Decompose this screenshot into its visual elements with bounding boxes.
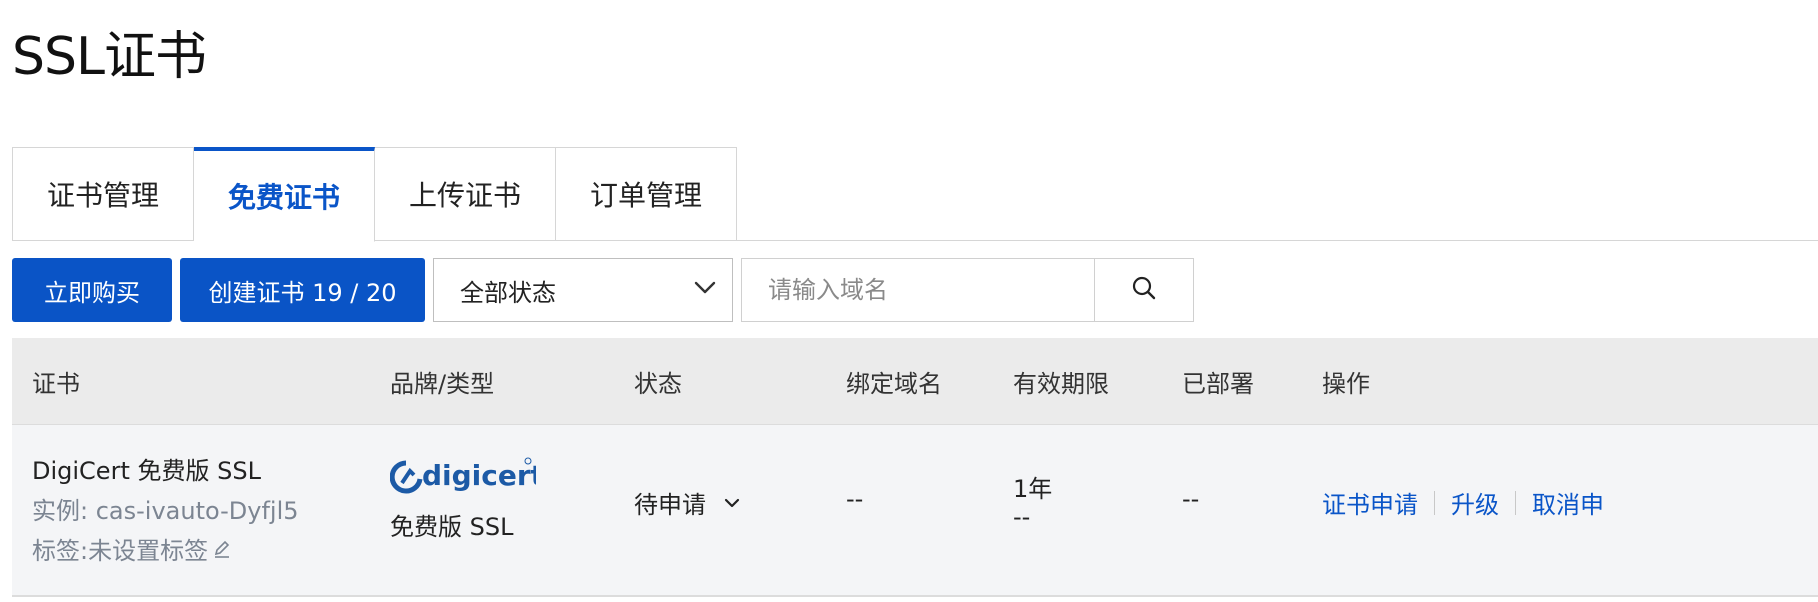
digicert-logo-text: digicert bbox=[422, 459, 536, 492]
cancel-apply-link[interactable]: 取消申 bbox=[1532, 485, 1604, 520]
digicert-logo: digicert bbox=[389, 455, 544, 505]
domain-search-input[interactable] bbox=[742, 259, 1094, 321]
page-title: SSL证书 bbox=[12, 27, 207, 87]
search-icon bbox=[1131, 275, 1157, 305]
tab-order-management[interactable]: 订单管理 bbox=[556, 147, 738, 241]
tab-bar: 证书管理 免费证书 上传证书 订单管理 bbox=[12, 147, 738, 242]
header-cert: 证书 bbox=[32, 369, 80, 398]
apply-cert-link[interactable]: 证书申请 bbox=[1322, 485, 1418, 520]
header-validity: 有效期限 bbox=[1013, 369, 1109, 398]
buy-now-button[interactable]: 立即购买 bbox=[12, 258, 172, 322]
upgrade-link[interactable]: 升级 bbox=[1451, 485, 1499, 520]
row-actions: 证书申请 升级 取消申 bbox=[1322, 485, 1604, 520]
header-deployed: 已部署 bbox=[1182, 369, 1254, 398]
deployed: -- bbox=[1182, 485, 1200, 513]
validity-term: 1年 bbox=[1013, 475, 1053, 503]
header-bound-domain: 绑定域名 bbox=[846, 369, 942, 398]
cert-name: DigiCert 免费版 SSL bbox=[32, 457, 261, 485]
cert-tag-label: 标签:未设置标签 bbox=[32, 537, 209, 565]
edit-icon[interactable] bbox=[212, 539, 232, 559]
header-status: 状态 bbox=[634, 369, 682, 398]
action-separator bbox=[1515, 490, 1516, 515]
search-button[interactable] bbox=[1094, 259, 1193, 321]
chevron-down-icon bbox=[722, 493, 742, 513]
table-row: DigiCert 免费版 SSL 实例: cas-ivauto-Dyfjl5 标… bbox=[12, 425, 1818, 597]
domain-search bbox=[741, 258, 1194, 322]
chevron-down-icon bbox=[692, 274, 718, 306]
status-dropdown[interactable]: 待申请 bbox=[634, 485, 742, 520]
tab-upload-cert[interactable]: 上传证书 bbox=[375, 147, 557, 241]
status-select-value: 全部状态 bbox=[460, 278, 556, 307]
ssl-page: SSL证书 证书管理 免费证书 上传证书 订单管理 立即购买 创建证书 19 /… bbox=[0, 0, 1818, 602]
brand-type: 免费版 SSL bbox=[390, 513, 514, 541]
cert-tag[interactable]: 标签:未设置标签 bbox=[32, 531, 232, 566]
validity-date: -- bbox=[1013, 503, 1031, 531]
toolbar: 立即购买 创建证书 19 / 20 全部状态 bbox=[12, 258, 1194, 322]
tab-free-cert[interactable]: 免费证书 bbox=[194, 147, 376, 242]
action-separator bbox=[1434, 490, 1435, 515]
tab-cert-management[interactable]: 证书管理 bbox=[12, 147, 195, 241]
create-cert-button[interactable]: 创建证书 19 / 20 bbox=[180, 258, 425, 322]
header-brand-type: 品牌/类型 bbox=[390, 369, 495, 398]
table-header: 证书 品牌/类型 状态 绑定域名 有效期限 已部署 操作 bbox=[12, 338, 1818, 425]
status-label: 待申请 bbox=[634, 491, 706, 519]
header-actions: 操作 bbox=[1322, 369, 1370, 398]
bound-domain: -- bbox=[846, 485, 864, 513]
status-select[interactable]: 全部状态 bbox=[433, 258, 733, 322]
cert-instance: 实例: cas-ivauto-Dyfjl5 bbox=[32, 497, 299, 525]
